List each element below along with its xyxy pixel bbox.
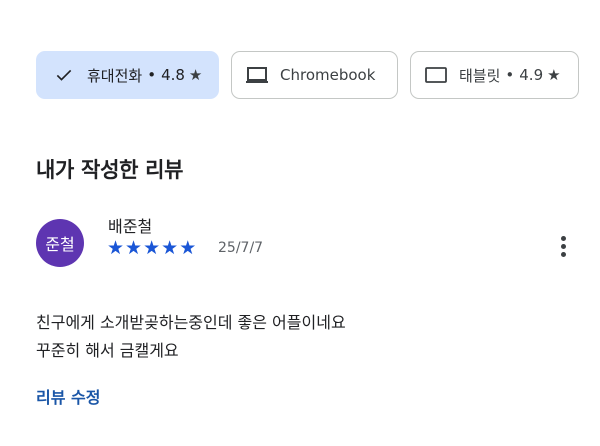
star-icon: ★ <box>547 66 561 84</box>
review-text-line: 꾸준히 해서 금캘게요 <box>36 341 179 360</box>
star-icon: ★ <box>188 66 203 84</box>
chip-tablet-label: 태블릿 <box>459 66 501 85</box>
star-icon: ★ <box>161 237 179 259</box>
chip-tablet[interactable]: 태블릿 • 4.9 ★ <box>410 51 579 99</box>
star-icon: ★ <box>107 237 125 259</box>
reviewer-name: 배준철 <box>108 217 153 236</box>
device-filter-chips: 휴대전화 • 4.8 ★ Chromebook 태블릿 • 4.9 ★ <box>36 51 579 99</box>
review-text-line: 친구에게 소개받곶하는중인데 좋은 어플이네요 <box>36 313 346 332</box>
chip-phone-rating: 4.8 <box>161 66 185 84</box>
star-icon: ★ <box>125 237 143 259</box>
chip-phone-separator: • <box>147 66 157 84</box>
edit-review-button[interactable]: 리뷰 수정 <box>36 384 100 408</box>
chip-chromebook-label: Chromebook <box>280 66 376 84</box>
more-options-icon[interactable] <box>551 232 575 260</box>
chip-phone[interactable]: 휴대전화 • 4.8 ★ <box>36 51 219 99</box>
review-text: 친구에게 소개받곶하는중인데 좋은 어플이네요 꾸준히 해서 금캘게요 <box>36 309 346 365</box>
review-date: 25/7/7 <box>218 240 264 256</box>
chip-chromebook[interactable]: Chromebook <box>231 51 398 99</box>
checkmark-icon <box>51 62 77 88</box>
rating-stars: ★ ★ ★ ★ ★ <box>107 237 196 259</box>
chip-tablet-separator: • <box>505 66 515 84</box>
star-icon: ★ <box>179 237 197 259</box>
star-icon: ★ <box>143 237 161 259</box>
tablet-icon <box>423 62 449 88</box>
section-title: 내가 작성한 리뷰 <box>36 158 184 182</box>
chip-phone-label: 휴대전화 <box>87 66 143 85</box>
chip-tablet-rating: 4.9 <box>519 66 544 84</box>
avatar: 준철 <box>36 219 84 267</box>
laptop-icon <box>244 62 270 88</box>
